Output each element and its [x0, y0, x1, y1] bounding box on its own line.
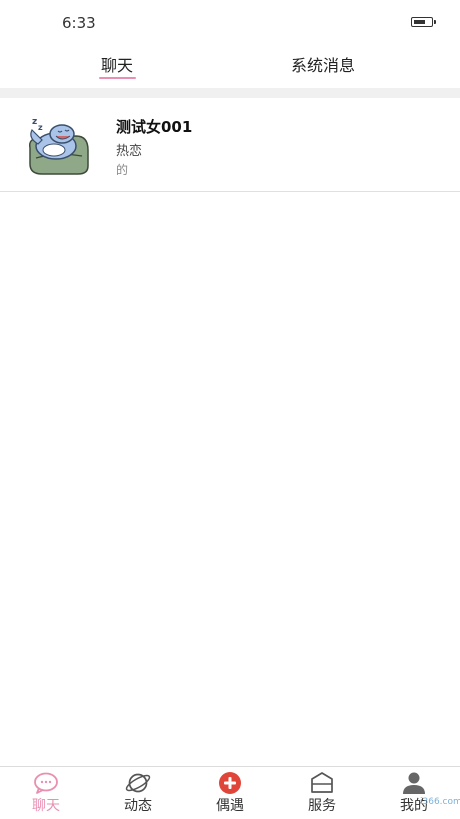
nav-item-mine[interactable]: 我的: [368, 767, 460, 819]
nav-item-encounter[interactable]: 偶遇: [184, 767, 276, 819]
nav-item-moments[interactable]: 动态: [92, 767, 184, 819]
chat-list-item[interactable]: z z 测试女001 热恋 的: [0, 98, 460, 192]
chat-last-message: 的: [116, 163, 129, 177]
chat-relationship-status: 热恋: [116, 144, 143, 159]
plus-circle-icon: [219, 772, 241, 794]
status-bar: 6:33: [0, 0, 460, 44]
nav-label-chat: 聊天: [32, 798, 60, 814]
active-tab-underline: [99, 77, 136, 79]
tab-system-messages[interactable]: 系统消息: [291, 52, 355, 76]
sleeping-dolphin-avatar-icon: z z: [18, 108, 98, 180]
planet-icon: [125, 773, 151, 793]
battery-fill: [414, 19, 425, 24]
nav-item-service[interactable]: 服务: [276, 767, 368, 819]
nav-item-chat[interactable]: 聊天: [0, 767, 92, 819]
status-time: 6:33: [62, 14, 96, 32]
tab-chat[interactable]: 聊天: [101, 52, 133, 76]
nav-label-encounter: 偶遇: [216, 798, 244, 814]
svg-text:z: z: [38, 123, 43, 132]
watermark: i366.com: [420, 797, 460, 807]
chat-bubble-icon: [34, 772, 58, 794]
nav-label-moments: 动态: [124, 798, 152, 814]
bottom-nav-bar: 聊天 动态 偶遇 服务 我的: [0, 766, 460, 818]
box-icon: [311, 772, 333, 793]
person-icon: [403, 772, 425, 794]
nav-label-service: 服务: [308, 798, 336, 814]
top-tab-bar: 聊天 系统消息: [0, 44, 460, 88]
chat-contact-name: 测试女001: [116, 118, 193, 136]
svg-text:z: z: [32, 117, 37, 127]
section-divider: [0, 88, 460, 98]
battery-icon: [411, 17, 436, 27]
